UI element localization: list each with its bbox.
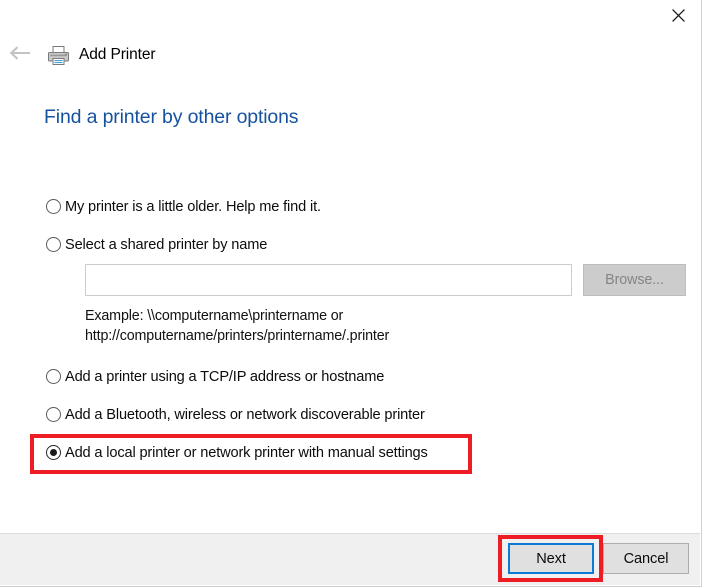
radio-indicator-older[interactable]	[46, 199, 61, 214]
radio-indicator-shared[interactable]	[46, 237, 61, 252]
printer-icon	[46, 43, 70, 67]
browse-button[interactable]: Browse...	[583, 264, 686, 296]
radio-label-local: Add a local printer or network printer w…	[65, 445, 428, 461]
radio-label-shared: Select a shared printer by name	[65, 237, 268, 253]
radio-label-tcpip: Add a printer using a TCP/IP address or …	[65, 369, 385, 385]
radio-indicator-tcpip[interactable]	[46, 369, 61, 384]
radio-option-older[interactable]: My printer is a little older. Help me fi…	[0, 196, 701, 218]
close-icon	[671, 9, 685, 22]
cancel-button[interactable]: Cancel	[603, 543, 689, 574]
radio-option-local[interactable]: Add a local printer or network printer w…	[0, 442, 701, 464]
page-heading: Find a printer by other options	[44, 106, 299, 128]
back-button[interactable]	[2, 40, 38, 70]
next-button[interactable]: Next	[508, 543, 594, 574]
radio-indicator-local[interactable]	[46, 445, 61, 460]
radio-option-tcpip[interactable]: Add a printer using a TCP/IP address or …	[0, 366, 701, 388]
radio-label-bluetooth: Add a Bluetooth, wireless or network dis…	[65, 407, 425, 423]
add-printer-window: Add Printer Find a printer by other opti…	[0, 0, 702, 587]
back-arrow-icon	[9, 45, 31, 65]
shared-printer-name-row: Browse...	[85, 264, 686, 296]
wizard-header: Add Printer	[0, 40, 156, 70]
example-hint-text: Example: \\computername\printername or h…	[85, 308, 390, 344]
dialog-footer: Next Cancel	[0, 533, 700, 585]
radio-option-shared[interactable]: Select a shared printer by name	[0, 234, 701, 256]
radio-label-older: My printer is a little older. Help me fi…	[65, 199, 321, 215]
radio-indicator-bluetooth[interactable]	[46, 407, 61, 422]
titlebar	[0, 0, 701, 31]
footer-button-group: Next Cancel	[508, 543, 689, 574]
radio-option-bluetooth[interactable]: Add a Bluetooth, wireless or network dis…	[0, 404, 701, 426]
close-button[interactable]	[655, 0, 701, 31]
shared-printer-name-input[interactable]	[85, 264, 572, 296]
page-title: Add Printer	[79, 46, 156, 63]
